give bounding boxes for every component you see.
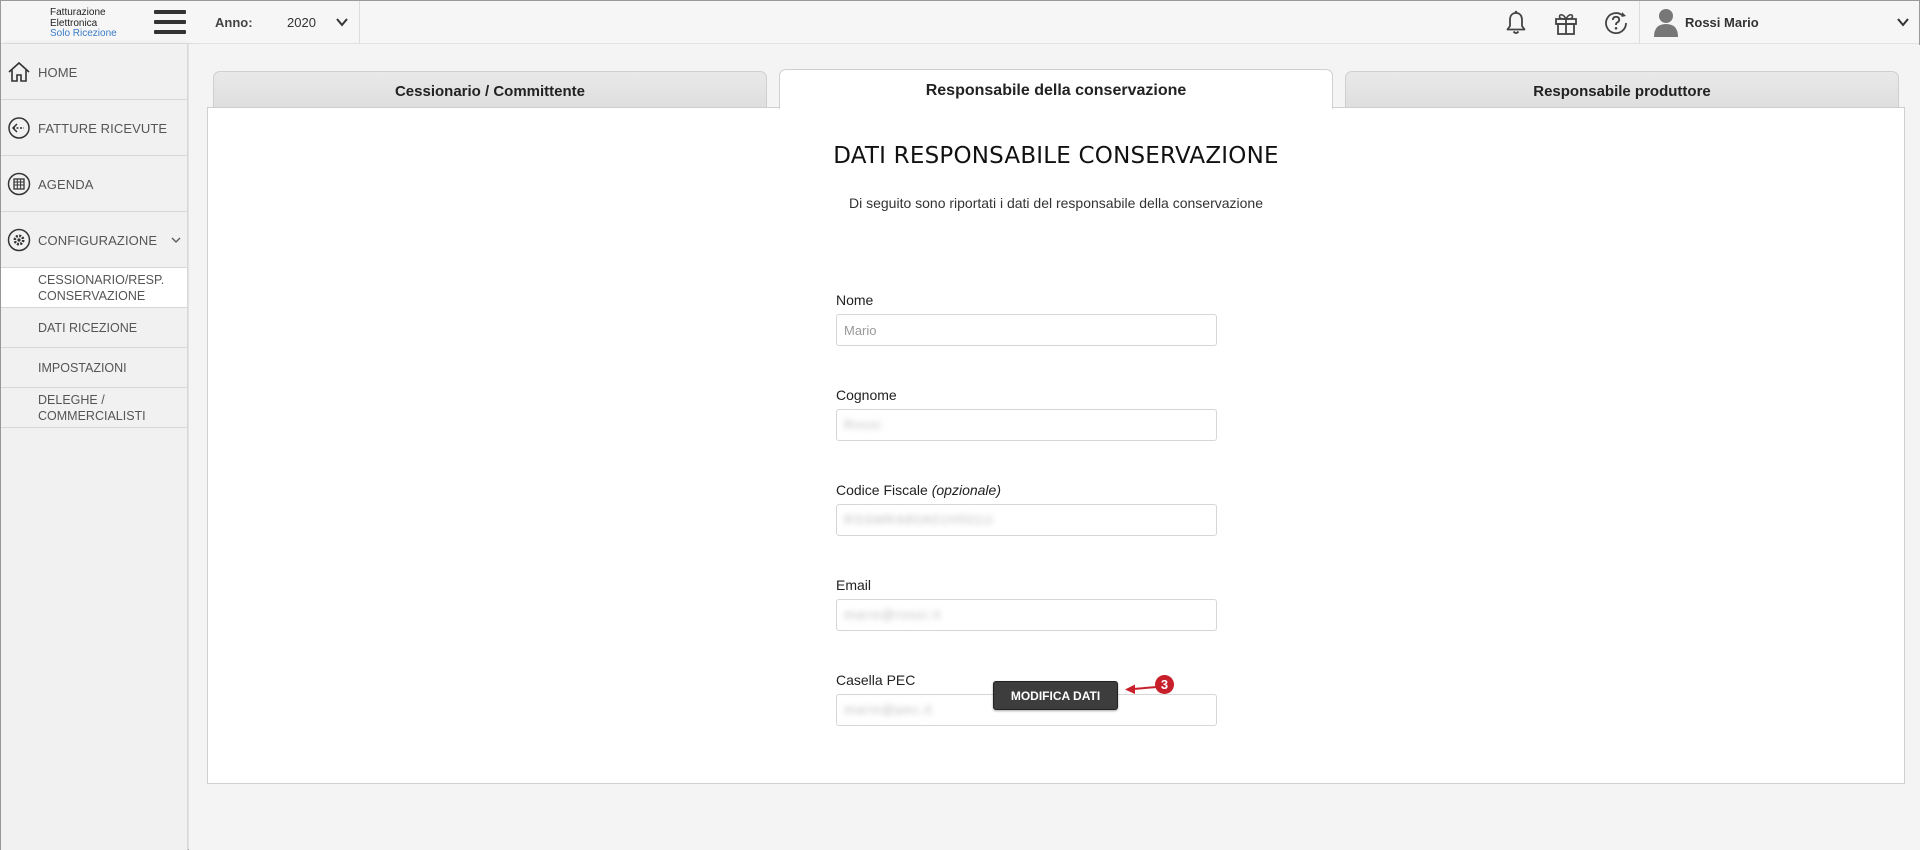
codice-fiscale-label: Codice Fiscale (opzionale)	[836, 482, 1001, 498]
tab-responsabile-produttore[interactable]: Responsabile produttore	[1345, 71, 1899, 108]
nome-label: Nome	[836, 292, 874, 308]
email-value: mario@rossi.it	[844, 607, 942, 622]
sidebar-subitem-label-line1: DELEGHE /	[38, 392, 105, 407]
gear-icon	[7, 228, 31, 252]
sidebar-subitem-impostazioni[interactable]: IMPOSTAZIONI	[1, 348, 187, 388]
sidebar-subitem-label: DATI RICEZIONE	[38, 320, 138, 335]
tab-label: Cessionario / Committente	[394, 83, 586, 100]
sidebar-subitem-deleghe-commercialisti[interactable]: DELEGHE / COMMERCIALISTI	[1, 388, 187, 428]
nome-field[interactable]	[836, 314, 1217, 346]
header-divider	[1639, 1, 1640, 44]
user-name: Rossi Mario	[1685, 15, 1759, 30]
sidebar-subitem-label-line2: COMMERCIALISTI	[38, 408, 146, 423]
email-label: Email	[836, 577, 872, 593]
home-icon	[8, 61, 30, 82]
annotation-arrow-icon	[1125, 684, 1158, 694]
year-label: Anno:	[215, 15, 253, 30]
sidebar: HOME FATTURE RICEVUTE AGENDA CONFIGURAZI…	[1, 44, 188, 850]
user-menu[interactable]: Rossi Mario	[1641, 1, 1919, 44]
year-value: 2020	[287, 15, 316, 30]
email-field[interactable]: mario@rossi.it	[836, 599, 1217, 631]
bell-icon[interactable]	[1502, 9, 1530, 37]
sidebar-item-label: AGENDA	[38, 177, 94, 192]
tab-label: Responsabile della conservazione	[925, 82, 1187, 99]
year-dropdown[interactable]: 2020	[272, 1, 360, 44]
cognome-field[interactable]: Rossi	[836, 409, 1217, 441]
chevron-down-icon	[171, 237, 181, 243]
codice-fiscale-field[interactable]: RSSMRA80A01H501U	[836, 504, 1217, 536]
hamburger-menu-icon[interactable]	[154, 10, 186, 34]
codice-fiscale-label-text: Codice Fiscale	[836, 482, 928, 498]
sidebar-subitem-label: IMPOSTAZIONI	[38, 360, 127, 375]
user-avatar-icon	[1654, 9, 1678, 37]
pec-label: Casella PEC	[836, 672, 916, 688]
sidebar-subitem-dati-ricezione[interactable]: DATI RICEZIONE	[1, 308, 187, 348]
chevron-down-icon	[336, 18, 348, 27]
arrow-left-circle-icon	[8, 117, 30, 139]
main-content: Cessionario / Committente Responsabile d…	[189, 45, 1920, 850]
sidebar-item-agenda[interactable]: AGENDA	[1, 156, 187, 212]
sidebar-item-home[interactable]: HOME	[1, 44, 187, 100]
page-title: DATI RESPONSABILE CONSERVAZIONE	[833, 143, 1279, 169]
sidebar-subitem-label-line1: CESSIONARIO/RESP.	[38, 272, 165, 287]
codice-fiscale-label-note: (opzionale)	[931, 482, 1001, 498]
app-logo[interactable]: Fatturazione Elettronica Solo Ricezione	[50, 7, 140, 40]
pec-value: mario@pec.it	[844, 702, 933, 717]
sidebar-subitem-label-line2: CONSERVAZIONE	[38, 288, 146, 303]
sidebar-item-label: FATTURE RICEVUTE	[38, 121, 168, 136]
annotation-badge: 3	[1155, 675, 1174, 694]
gift-icon[interactable]	[1552, 9, 1580, 37]
sidebar-item-configurazione[interactable]: CONFIGURAZIONE	[1, 212, 187, 268]
tab-responsabile-conservazione[interactable]: Responsabile della conservazione	[779, 69, 1333, 109]
app-window: Fatturazione Elettronica Solo Ricezione …	[0, 0, 1920, 850]
year-selector: Anno: 2020	[200, 1, 360, 44]
logo-line3: Solo Ricezione	[50, 28, 117, 39]
sidebar-item-label: CONFIGURAZIONE	[38, 233, 158, 248]
top-bar: Fatturazione Elettronica Solo Ricezione …	[1, 1, 1919, 44]
codice-fiscale-value: RSSMRA80A01H501U	[844, 512, 994, 527]
sidebar-item-label: HOME	[38, 65, 78, 80]
calendar-icon	[7, 172, 31, 196]
cognome-label: Cognome	[836, 387, 897, 403]
page-subtitle: Di seguito sono riportati i dati del res…	[848, 195, 1264, 211]
logo-line1: Fatturazione	[50, 7, 106, 18]
cognome-value: Rossi	[844, 417, 882, 432]
sidebar-subitem-cessionario-resp-conservazione[interactable]: CESSIONARIO/RESP. CONSERVAZIONE	[1, 268, 187, 308]
tab-cessionario-committente[interactable]: Cessionario / Committente	[213, 71, 767, 108]
tab-label: Responsabile produttore	[1533, 83, 1711, 100]
sidebar-item-fatture-ricevute[interactable]: FATTURE RICEVUTE	[1, 100, 187, 156]
help-icon[interactable]	[1602, 9, 1630, 37]
chevron-down-icon	[1897, 18, 1909, 27]
modifica-dati-button[interactable]: MODIFICA DATI	[993, 681, 1118, 710]
